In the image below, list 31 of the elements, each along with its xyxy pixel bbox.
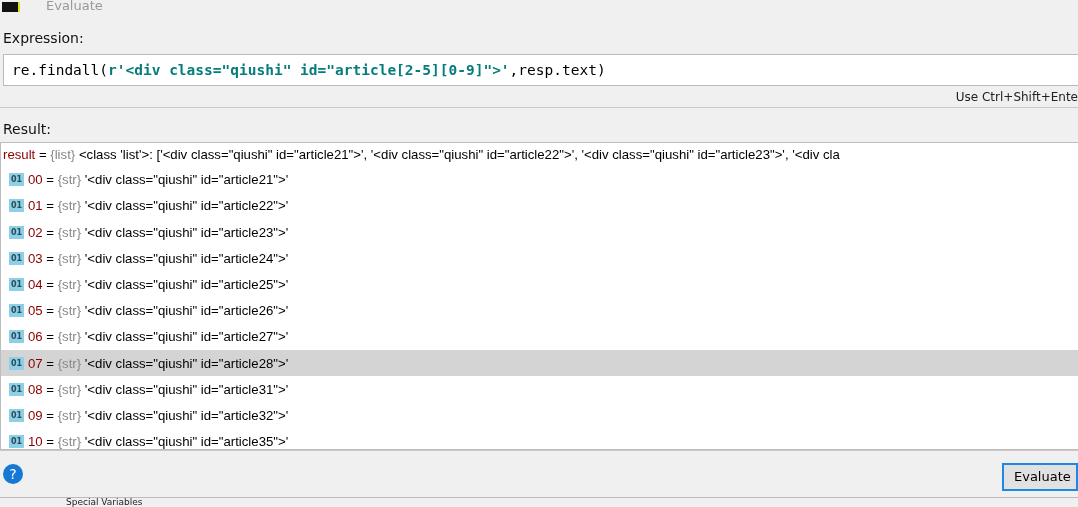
tree-row[interactable]: result = {list} <class 'list'>: ['<div class="qiushi" id="article21">', '<div class="qiushi" id="article22">', '<div class="qiushi" id="article23">', '<div cla: [1, 142, 1078, 167]
panel-item: Special Variables: [66, 498, 144, 507]
result-label: Result:: [2, 120, 52, 140]
string-type-icon: 01: [9, 304, 24, 318]
string-type-icon: 01: [9, 408, 24, 422]
tree-row[interactable]: 01 03 = {str} '<div class="qiushi" id="article24">': [1, 245, 1078, 272]
tree-row[interactable]: 01 07 = {str} '<div class="qiushi" id="article28">': [1, 350, 1078, 377]
tree-row[interactable]: 01 02 = {str} '<div class="qiushi" id="article23">': [1, 219, 1078, 246]
string-type-icon: 01: [9, 251, 24, 265]
tree-row[interactable]: 01 08 = {str} '<div class="qiushi" id="article31">': [1, 376, 1078, 403]
shortcut-hint: Use Ctrl+Shift+Ente: [955, 89, 1078, 104]
string-type-icon: 01: [9, 356, 24, 370]
tree-row[interactable]: 01 10 = {str} '<div class="qiushi" id="article35">': [1, 428, 1078, 449]
tree-row[interactable]: 01 04 = {str} '<div class="qiushi" id="article25">': [1, 271, 1078, 298]
evaluate-button[interactable]: Evaluate: [1002, 462, 1078, 491]
tree-row[interactable]: 01 06 = {str} '<div class="qiushi" id="article27">': [1, 323, 1078, 350]
expression-field[interactable]: re.findall(r'<div class="qiushi" id="article[2-5][0-9]">',resp.text): [3, 54, 1078, 86]
tree-row[interactable]: 01 01 = {str} '<div class="qiushi" id="article22">': [1, 192, 1078, 220]
tree-row[interactable]: 01 09 = {str} '<div class="qiushi" id="article32">': [1, 402, 1078, 429]
string-type-icon: 01: [9, 173, 24, 187]
help-icon[interactable]: ?: [3, 463, 23, 484]
tree-row[interactable]: 01 00 = {str} '<div class="qiushi" id="article21">': [1, 166, 1078, 193]
string-type-icon: 01: [9, 225, 24, 239]
string-type-icon: 01: [9, 199, 24, 213]
string-type-icon: 01: [9, 435, 24, 449]
expression-label: Expression:: [2, 28, 85, 48]
window-title: Evaluate: [46, 0, 103, 12]
string-type-icon: 01: [9, 330, 24, 344]
string-type-icon: 01: [9, 278, 24, 292]
string-type-icon: 01: [9, 382, 24, 396]
tree-row[interactable]: 01 05 = {str} '<div class="qiushi" id="article26">': [1, 297, 1078, 324]
